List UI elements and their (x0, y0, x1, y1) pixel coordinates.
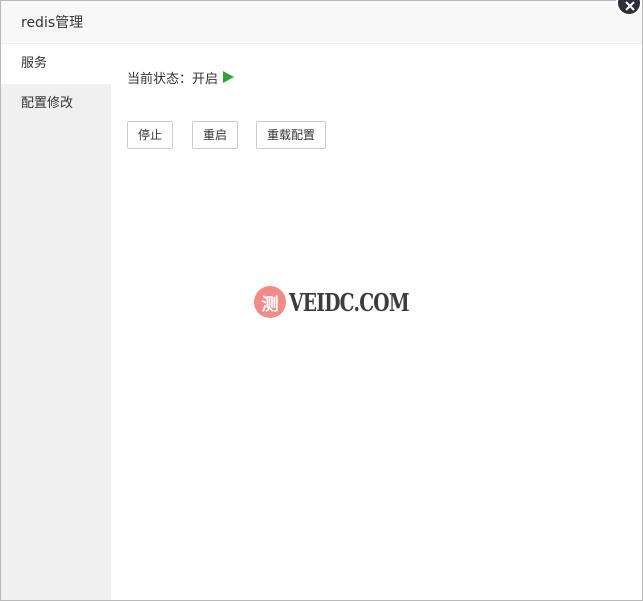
sidebar-item-label: 配置修改 (21, 96, 74, 111)
service-status: 当前状态： 开启 (127, 71, 235, 89)
status-value: 开启 (192, 72, 219, 87)
restart-button[interactable]: 重启 (192, 121, 238, 149)
dialog-title: redis管理 (21, 15, 84, 31)
watermark-badge: 测 (254, 286, 286, 318)
status-label: 当前状态： (127, 72, 193, 87)
reload-config-button[interactable]: 重载配置 (256, 121, 326, 149)
sidebar-item-service[interactable]: 服务 (1, 44, 111, 84)
play-icon (223, 71, 235, 89)
dialog-titlebar: redis管理 (1, 1, 642, 44)
service-panel: 当前状态： 开启 停止 重启 重载配置 (111, 44, 642, 600)
sidebar-item-label: 服务 (21, 56, 48, 71)
watermark: 测 VEIDC.COM (254, 286, 443, 318)
redis-manager-dialog: redis管理 服务 配置修改 当前状态： 开启 停止 重启 重载配置 测 VE… (0, 0, 643, 601)
sidebar: 服务 配置修改 (1, 44, 111, 600)
stop-button[interactable]: 停止 (127, 121, 173, 149)
sidebar-item-config[interactable]: 配置修改 (1, 84, 111, 124)
watermark-text: VEIDC.COM (289, 287, 410, 317)
